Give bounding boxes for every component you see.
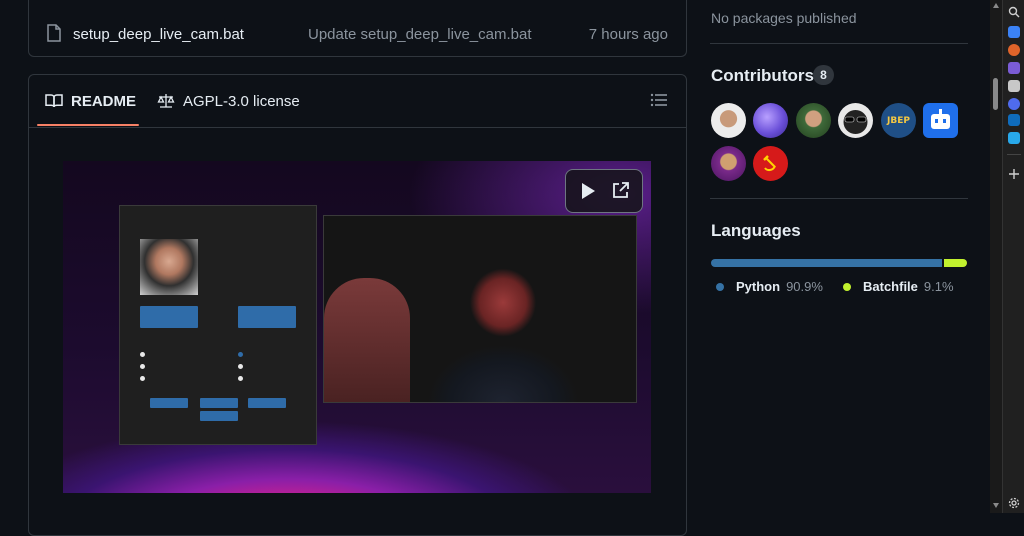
tab-license-label: AGPL-3.0 license [183,92,300,110]
tab-readme-label: README [71,92,137,110]
languages-heading: Languages [711,221,801,240]
jbep-logo-text: JBEP [887,115,910,126]
video-start-button [150,398,188,408]
add-icon[interactable] [1008,168,1020,180]
file-link[interactable]: setup_deep_live_cam.bat [73,26,244,43]
tab-license[interactable]: AGPL-3.0 license [157,75,300,127]
tools-icon[interactable] [1008,62,1020,74]
video-destroy-button [200,398,238,408]
language-bar-batchfile [943,259,967,267]
video-chair [324,278,410,402]
active-tab-indicator [37,124,139,126]
video-person [428,260,578,402]
tab-readme[interactable]: README [45,75,136,127]
language-dot-batchfile [843,282,851,291]
contributors-count: 8 [813,65,834,85]
video-face-thumbnail [140,239,198,295]
language-batchfile[interactable]: Batchfile 9.1% [843,279,954,294]
external-link-icon[interactable] [612,182,629,199]
languages-bar [711,259,967,267]
commit-message-link[interactable]: Update setup_deep_live_cam.bat [308,26,532,43]
sunglasses-face-icon [843,110,868,134]
readme-video[interactable] [63,161,651,493]
copilot-bot-icon [931,109,950,129]
commit-age: 7 hours ago [588,26,668,43]
contributor-avatar[interactable] [711,146,746,181]
video-app-window [119,205,317,445]
tag-icon[interactable] [1008,26,1020,38]
outlook-icon[interactable] [1008,114,1020,126]
file-list-box: setup_deep_live_cam.bat Update setup_dee… [28,0,687,57]
send-icon[interactable] [1008,132,1020,144]
video-select-target-button [238,306,296,328]
packages-text: No packages published [711,10,857,26]
language-name: Python [736,279,781,294]
outline-icon[interactable] [650,91,668,109]
video-live-button [200,411,238,421]
video-controls [565,169,643,213]
video-select-face-button [140,306,198,328]
browser-sidebar [1002,0,1024,513]
readme-panel: README AGPL-3.0 license [28,74,687,536]
divider [710,198,968,199]
contributor-avatar[interactable] [796,103,831,138]
contributor-avatar[interactable] [711,103,746,138]
contributors-heading[interactable]: Contributors [711,66,814,86]
language-dot-python [716,282,724,291]
contributor-avatar[interactable]: JBEP [881,103,916,138]
copilot-icon[interactable] [1008,98,1020,110]
language-name: Batchfile [863,279,918,294]
video-option [140,352,145,357]
divider [710,43,968,44]
scroll-down-icon[interactable] [993,503,999,508]
language-percent: 9.1% [923,279,954,294]
contributor-avatar[interactable] [753,146,788,181]
shopping-icon[interactable] [1008,44,1020,56]
language-bar-python [711,259,942,267]
scroll-up-icon[interactable] [993,3,999,8]
language-python[interactable]: Python 90.9% [716,279,823,294]
hammer-sickle-icon [763,155,776,172]
video-option [238,364,243,369]
language-percent: 90.9% [786,279,823,294]
video-option [140,376,145,381]
search-icon[interactable] [1008,6,1020,18]
contributor-avatar[interactable] [838,103,873,138]
scrollbar-thumb[interactable] [993,78,998,110]
scale-icon [157,94,175,108]
contributor-avatar-bot[interactable] [923,103,958,138]
games-icon[interactable] [1008,80,1020,92]
video-option [238,352,243,357]
edge-divider [1007,154,1021,155]
video-option [140,364,145,369]
page-scrollbar[interactable] [990,0,1002,513]
play-icon[interactable] [580,182,596,200]
settings-gear-icon[interactable] [1008,497,1020,509]
video-option [238,376,243,381]
video-preview-button [248,398,286,408]
video-preview-window [323,215,637,403]
contributor-avatar[interactable] [753,103,788,138]
book-icon [45,94,63,108]
file-icon [47,24,61,42]
readme-tabs: README AGPL-3.0 license [29,75,686,128]
